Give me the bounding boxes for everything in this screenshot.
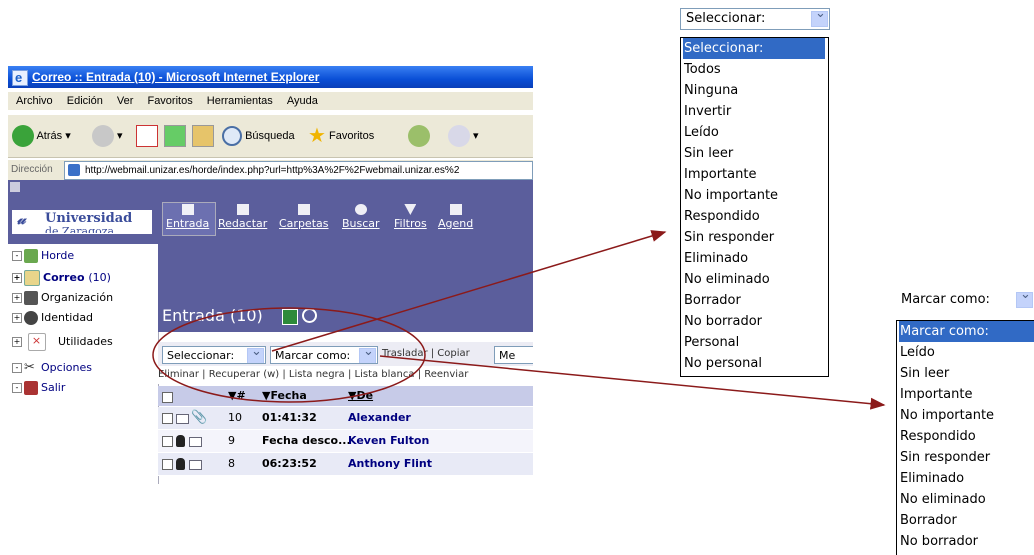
mark-callout-arrow (379, 355, 886, 410)
select-callout-arrow (271, 230, 667, 352)
annotation-overlay (152, 230, 886, 410)
highlight-ellipse (152, 307, 426, 403)
